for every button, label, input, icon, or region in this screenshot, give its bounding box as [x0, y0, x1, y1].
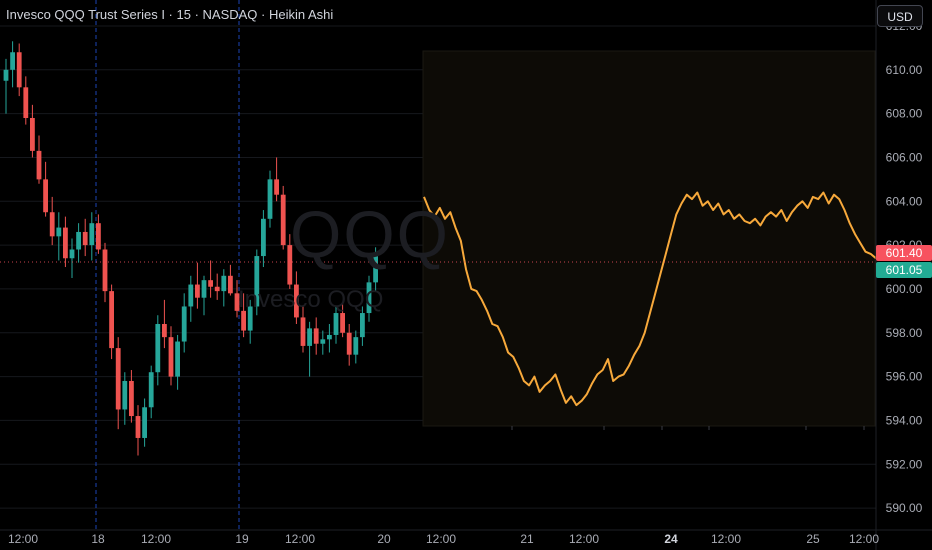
overlay-background — [422, 50, 876, 427]
candle — [195, 262, 200, 309]
candle — [307, 321, 312, 377]
price-tick-label: 608.00 — [886, 107, 923, 121]
time-tick-label: 12:00 — [426, 532, 456, 546]
time-tick-label: 12:00 — [8, 532, 38, 546]
watermark-name: Invesco QQQ — [238, 286, 384, 313]
candle — [96, 214, 101, 254]
last-price-tag: 601.40 — [876, 245, 932, 261]
candle — [228, 264, 233, 296]
price-tick-label: 590.00 — [886, 501, 923, 515]
time-tick-label: 12:00 — [285, 532, 315, 546]
candle — [188, 275, 194, 322]
candle — [135, 405, 141, 456]
candle — [168, 326, 174, 386]
candle — [320, 330, 326, 355]
time-tick-label: 12:00 — [141, 532, 171, 546]
compare-overlay-panel — [422, 50, 876, 430]
candle — [313, 317, 319, 355]
price-chart[interactable]: 590.00592.00594.00596.00598.00600.00602.… — [0, 0, 932, 550]
candle — [148, 365, 154, 419]
candle — [181, 293, 187, 353]
candle — [267, 170, 273, 228]
time-axis: 12:00 18 12:00 19 12:00 20 12:00 21 12:00 24 12:00… — [0, 529, 932, 546]
candle — [162, 299, 167, 349]
time-tick-label: 25 — [806, 532, 820, 546]
time-tick-label: 12:00 — [711, 532, 741, 546]
price-tick-label: 610.00 — [886, 63, 923, 77]
candle — [43, 161, 48, 217]
price-tick-label: 606.00 — [886, 150, 923, 164]
candle — [129, 370, 134, 423]
time-tick-label: 21 — [520, 532, 534, 546]
chart-title: Invesco QQQ Trust Series I · 15 · NASDAQ… — [6, 7, 334, 22]
candle — [221, 269, 227, 307]
price-tick-label: 604.00 — [886, 194, 923, 208]
candle — [208, 260, 213, 298]
watermark-symbol: QQQ — [290, 197, 451, 271]
candle — [122, 372, 128, 425]
candle — [63, 216, 68, 268]
candle — [23, 76, 29, 125]
candle — [346, 324, 352, 366]
candle — [56, 212, 62, 261]
time-tick-label: 24 — [664, 532, 678, 546]
candle — [201, 275, 207, 316]
price-tick-label: 600.00 — [886, 282, 923, 296]
candle — [89, 212, 95, 261]
time-tick-label: 12:00 — [569, 532, 599, 546]
candle — [10, 41, 15, 88]
candle — [280, 185, 286, 250]
candle — [274, 157, 279, 202]
candle — [82, 218, 88, 257]
candle — [49, 196, 55, 246]
candle — [30, 104, 35, 158]
candle — [36, 135, 42, 184]
time-tick-label: 19 — [235, 532, 249, 546]
candle — [155, 315, 161, 386]
candle — [109, 284, 114, 360]
price-tick-label: 596.00 — [886, 370, 923, 384]
candle — [102, 242, 108, 303]
candle — [327, 324, 332, 353]
candle — [16, 43, 22, 97]
session-separators — [95, 0, 240, 530]
candle — [69, 238, 75, 278]
price-tick-label: 594.00 — [886, 413, 923, 427]
candle — [76, 223, 81, 263]
candle — [261, 210, 266, 268]
candle — [115, 337, 121, 430]
price-tick-label: 592.00 — [886, 457, 923, 471]
candle — [214, 273, 220, 300]
currency-button[interactable]: USD — [877, 5, 923, 27]
compare-price-tag: 601.05 — [876, 262, 932, 278]
candle — [3, 58, 9, 114]
candle — [175, 334, 180, 390]
time-tick-label: 20 — [377, 532, 391, 546]
price-tick-label: 598.00 — [886, 326, 923, 340]
candle — [353, 330, 359, 364]
time-tick-label: 12:00 — [849, 532, 879, 546]
candle — [142, 398, 147, 447]
time-tick-label: 18 — [91, 532, 105, 546]
